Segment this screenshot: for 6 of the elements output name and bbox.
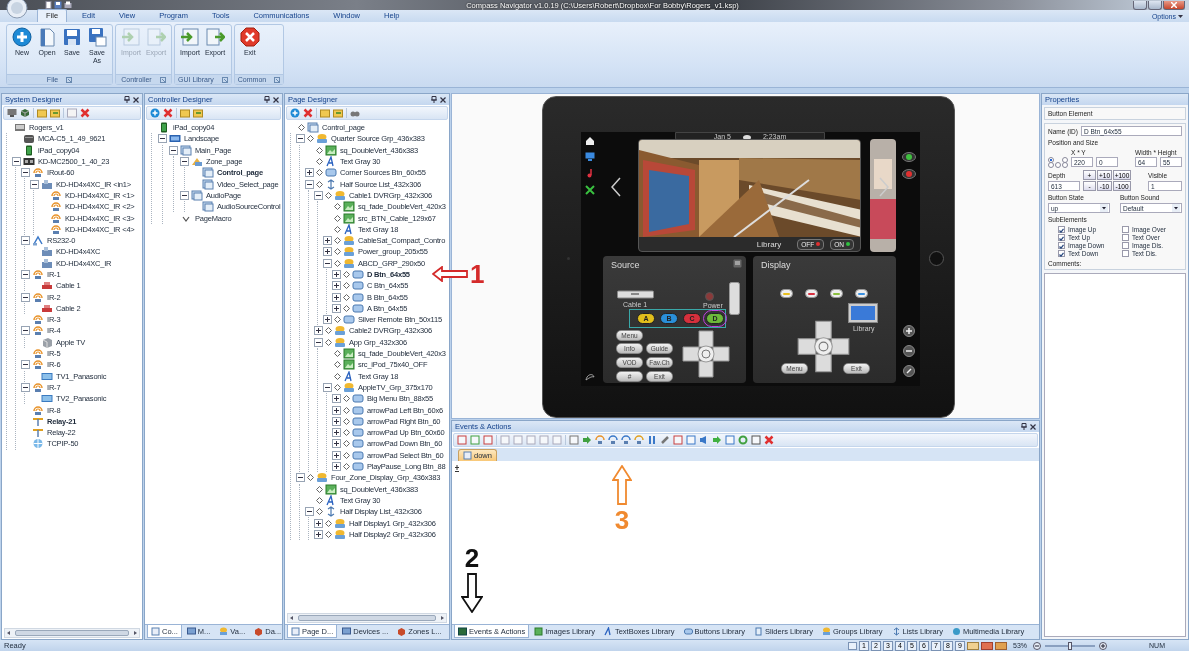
photo-caption: Library <box>756 239 782 249</box>
annotation-number: 2 <box>464 545 480 571</box>
panel-heading: Display <box>761 260 791 270</box>
annotation-number: 3 <box>614 507 630 533</box>
annotation-number: 1 <box>470 261 485 287</box>
panel-heading: Source <box>611 260 640 270</box>
